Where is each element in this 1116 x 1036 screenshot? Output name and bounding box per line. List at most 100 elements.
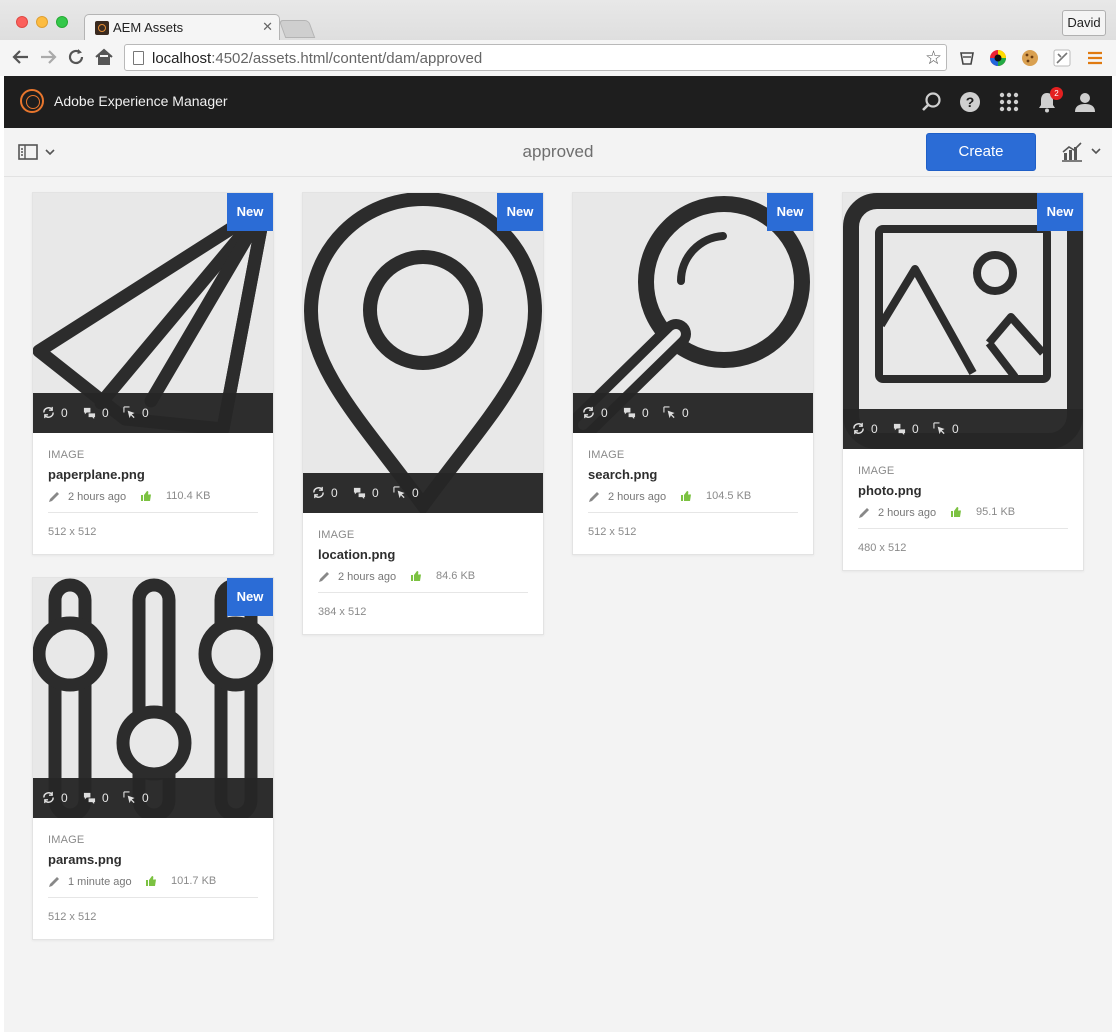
back-icon[interactable] [10,46,32,68]
asset-thumbnail[interactable]: New 0 0 0 [843,193,1083,449]
cursor-click-icon [123,406,135,419]
new-tab-button[interactable] [278,20,316,38]
asset-card-paperplane[interactable]: New 0 0 0 IMAGE paperplane.png 2 hours a… [32,192,274,555]
new-badge: New [767,193,813,231]
search-icon[interactable] [920,90,944,114]
clicks-count: 0 [682,406,689,420]
cursor-click-icon [123,791,135,804]
asset-card-photo[interactable]: New 0 0 0 IMAGE photo.png 2 hours ago 95… [842,192,1084,571]
comments-count: 0 [642,406,649,420]
extension-cookie-icon[interactable] [1021,49,1039,67]
pencil-icon [859,508,869,518]
asset-dimensions: 512 x 512 [588,526,637,538]
url-path: :4502/assets.html/content/dam/approved [211,50,483,67]
asset-name[interactable]: params.png [48,852,258,867]
asset-type: IMAGE [48,449,85,461]
stat-comments: 0 [893,422,919,436]
asset-name[interactable]: paperplane.png [48,467,258,482]
solutions-grid-icon[interactable] [997,90,1021,114]
asset-dimensions: 512 x 512 [48,911,97,923]
asset-card-search[interactable]: New 0 0 0 IMAGE search.png 2 hours ago 1… [572,192,814,555]
user-avatar-icon[interactable] [1073,90,1097,114]
card-info: IMAGE params.png 1 minute ago 101.7 KB 5… [33,834,273,939]
aem-logo-icon[interactable] [20,89,44,113]
bookmark-star-icon[interactable]: ☆ [925,47,942,70]
stat-versions: 0 [582,406,608,420]
create-button[interactable]: Create [926,133,1036,171]
browser-toolbar: localhost:4502/assets.html/content/dam/a… [0,40,1116,76]
asset-stats-bar: 0 0 0 [33,393,273,433]
asset-stats-bar: 0 0 0 [303,473,543,513]
address-bar[interactable]: localhost:4502/assets.html/content/dam/a… [124,44,947,71]
url-host: localhost [152,50,212,67]
file-size: 110.4 KB [166,490,211,502]
stat-clicks: 0 [663,406,689,420]
comments-icon [83,407,96,419]
asset-dimensions: 384 x 512 [318,606,367,618]
reload-icon[interactable] [65,46,87,68]
product-title[interactable]: Adobe Experience Manager [54,93,228,109]
extension-color-wheel-icon[interactable] [989,49,1007,67]
file-size: 101.7 KB [171,875,217,887]
asset-meta: 1 minute ago 101.7 KB [48,874,258,898]
stat-comments: 0 [623,406,649,420]
comments-count: 0 [372,486,379,500]
approved-thumb-icon [411,571,421,581]
clicks-count: 0 [952,422,959,436]
asset-name[interactable]: photo.png [858,483,1068,498]
pencil-icon [49,877,59,887]
comments-icon [623,407,636,419]
svg-text:?: ? [966,94,975,110]
sync-icon [43,406,54,419]
profile-button[interactable]: David [1062,10,1106,36]
asset-thumbnail[interactable]: New 0 0 0 [303,193,543,513]
asset-type: IMAGE [48,834,85,846]
new-badge: New [227,578,273,616]
forward-icon[interactable] [37,46,59,68]
extension-tools-icon[interactable] [1053,49,1071,67]
clicks-count: 0 [412,486,419,500]
asset-card-params[interactable]: New 0 0 0 IMAGE params.png 1 minute ago … [32,577,274,940]
browser-menu-icon[interactable] [1086,49,1104,67]
versions-count: 0 [601,406,608,420]
modified-time: 2 hours ago [878,507,937,519]
home-icon[interactable] [93,46,115,68]
approved-thumb-icon [141,491,151,501]
comments-icon [893,423,906,435]
stat-comments: 0 [353,486,379,500]
approved-thumb-icon [951,507,961,517]
sync-icon [583,406,594,419]
pencil-icon [319,572,329,582]
card-info: IMAGE photo.png 2 hours ago 95.1 KB 480 … [843,465,1083,570]
window-close-button[interactable] [16,16,28,28]
approved-thumb-icon [146,876,156,886]
asset-thumbnail[interactable]: New 0 0 0 [573,193,813,433]
asset-name[interactable]: search.png [588,467,798,482]
asset-thumbnail[interactable]: New 0 0 0 [33,193,273,433]
window-zoom-button[interactable] [56,16,68,28]
asset-meta: 2 hours ago 104.5 KB [588,489,798,513]
browser-tab[interactable]: AEM Assets ✕ [84,14,280,40]
window-minimize-button[interactable] [36,16,48,28]
asset-name[interactable]: location.png [318,547,528,562]
comments-count: 0 [912,422,919,436]
aem-global-header: Adobe Experience Manager ? 2 [4,76,1112,128]
file-size: 95.1 KB [976,506,1016,518]
sync-icon [853,422,864,435]
cursor-click-icon [933,422,945,435]
asset-card-location[interactable]: New 0 0 0 IMAGE location.png 2 hours ago… [302,192,544,635]
stat-clicks: 0 [123,406,149,420]
extension-cup-icon[interactable] [958,49,976,67]
asset-meta: 2 hours ago 84.6 KB [318,569,528,593]
clicks-count: 0 [142,406,149,420]
modified-time: 2 hours ago [68,491,127,503]
comments-icon [353,487,366,499]
pencil-icon [589,492,599,502]
tab-close-icon[interactable]: ✕ [262,19,273,35]
asset-thumbnail[interactable]: New 0 0 0 [33,578,273,818]
stat-versions: 0 [42,406,68,420]
view-switcher-button[interactable] [1060,141,1102,163]
versions-count: 0 [61,406,68,420]
notifications-button[interactable]: 2 [1035,87,1063,114]
help-icon[interactable]: ? [958,90,982,114]
